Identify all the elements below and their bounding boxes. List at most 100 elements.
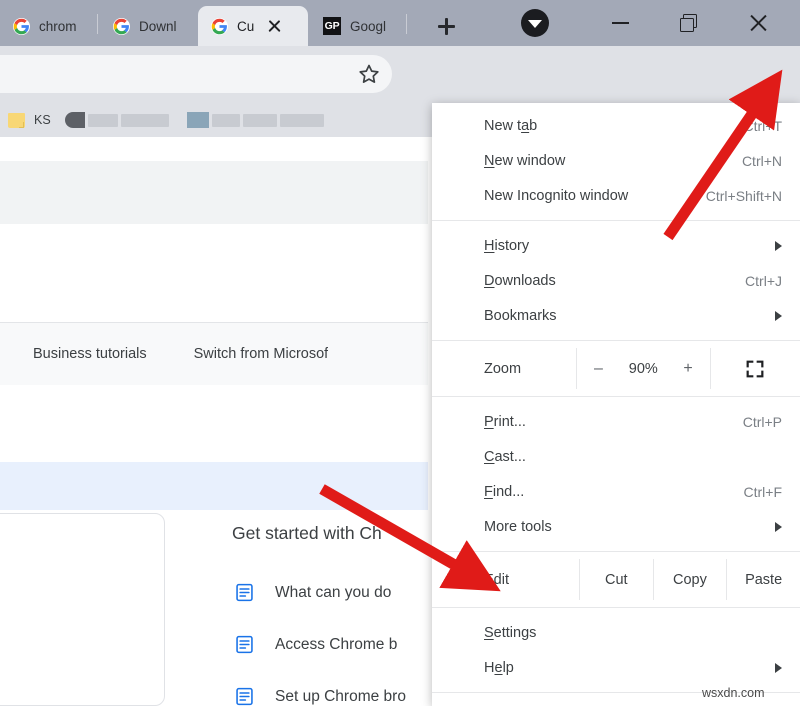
menu-item-label: History	[484, 238, 765, 254]
menu-item-label: New Incognito window	[484, 188, 706, 204]
document-icon	[234, 634, 255, 655]
watermark: wsxdn.com	[702, 686, 765, 700]
list-item[interactable]: Access Chrome b	[234, 634, 397, 655]
menu-item-new-window[interactable]: New window Ctrl+N	[432, 143, 800, 178]
chrome-main-menu: New tab Ctrl+T New window Ctrl+N New Inc…	[432, 103, 800, 706]
redacted-block	[88, 114, 118, 127]
menu-item-label: New tab	[484, 118, 744, 134]
redacted-block	[243, 114, 277, 127]
close-icon[interactable]	[265, 17, 283, 35]
redacted-block	[212, 114, 240, 127]
close-window-button[interactable]	[727, 0, 789, 46]
chevron-right-icon	[775, 522, 782, 532]
redacted-block	[187, 112, 209, 128]
folder-icon[interactable]	[8, 113, 25, 128]
google-icon	[13, 18, 30, 35]
copy-button[interactable]: Copy	[654, 572, 727, 588]
page-section-band	[0, 161, 428, 224]
menu-item-shortcut: Ctrl+P	[743, 414, 782, 430]
cut-button[interactable]: Cut	[580, 572, 653, 588]
redacted-bookmarks	[65, 112, 324, 128]
star-outline-icon[interactable]	[357, 62, 381, 86]
menu-separator	[432, 551, 800, 552]
tab-downl[interactable]: Downl	[100, 6, 197, 46]
minimize-button[interactable]	[589, 0, 651, 46]
list-item-label: Access Chrome b	[275, 636, 397, 654]
tab-divider	[406, 14, 407, 34]
page-nav: Business tutorials Switch from Microsof	[0, 322, 428, 385]
browser-toolbar: 21 K 7	[0, 46, 800, 103]
nav-item-business-tutorials[interactable]: Business tutorials	[33, 346, 147, 362]
gp-icon: GP	[323, 17, 341, 35]
page-card	[0, 513, 165, 706]
menu-item-find[interactable]: Find... Ctrl+F	[432, 474, 800, 509]
menu-item-history[interactable]: History	[432, 228, 800, 263]
menu-item-shortcut: Ctrl+J	[745, 273, 782, 289]
redacted-block	[65, 112, 85, 128]
menu-item-label: Bookmarks	[484, 308, 765, 324]
menu-row-zoom: Zoom – 90% +	[432, 348, 800, 389]
tab-googl[interactable]: GP Googl	[310, 6, 405, 46]
tab-label: Downl	[139, 19, 177, 34]
chevron-down-circle-icon[interactable]	[521, 9, 549, 37]
nav-item-switch-from-microsoft[interactable]: Switch from Microsof	[194, 346, 329, 362]
menu-item-cast[interactable]: Cast...	[432, 439, 800, 474]
menu-item-shortcut: Ctrl+F	[744, 484, 783, 500]
fullscreen-button[interactable]	[710, 358, 800, 380]
menu-item-shortcut: Ctrl+N	[742, 153, 782, 169]
menu-item-exit[interactable]	[432, 700, 800, 706]
menu-item-settings[interactable]: Settings	[432, 615, 800, 650]
google-icon	[211, 18, 228, 35]
new-tab-button[interactable]	[431, 11, 461, 41]
menu-item-new-incognito-window[interactable]: New Incognito window Ctrl+Shift+N	[432, 178, 800, 213]
redacted-block	[121, 114, 169, 127]
document-icon	[234, 686, 255, 706]
tab-cu-active[interactable]: Cu	[198, 6, 308, 46]
minimize-icon	[612, 22, 629, 24]
close-icon	[748, 13, 768, 33]
menu-item-label: Settings	[484, 625, 782, 641]
tab-label: Cu	[237, 19, 254, 34]
list-item[interactable]: What can you do	[234, 582, 391, 603]
menu-item-label: Find...	[484, 484, 744, 500]
menu-item-label: New window	[484, 153, 742, 169]
menu-separator	[432, 607, 800, 608]
menu-item-help[interactable]: Help	[432, 650, 800, 685]
menu-row-edit: Edit Cut Copy Paste	[432, 559, 800, 600]
chevron-right-icon	[775, 241, 782, 251]
list-item[interactable]: Set up Chrome bro	[234, 686, 406, 706]
menu-item-print[interactable]: Print... Ctrl+P	[432, 404, 800, 439]
menu-item-bookmarks[interactable]: Bookmarks	[432, 298, 800, 333]
zoom-in-button[interactable]: +	[667, 360, 710, 378]
menu-item-downloads[interactable]: Downloads Ctrl+J	[432, 263, 800, 298]
tab-strip: chrom Downl Cu GP Googl	[0, 0, 800, 46]
menu-separator	[432, 340, 800, 341]
menu-item-label: Downloads	[484, 273, 745, 289]
menu-item-shortcut: Ctrl+Shift+N	[706, 188, 782, 204]
tab-chrom[interactable]: chrom	[0, 6, 96, 46]
edit-label: Edit	[484, 572, 579, 588]
menu-item-shortcut: Ctrl+T	[744, 118, 783, 134]
tab-label: Googl	[350, 19, 386, 34]
menu-item-more-tools[interactable]: More tools	[432, 509, 800, 544]
chevron-right-icon	[775, 311, 782, 321]
zoom-out-button[interactable]: –	[577, 360, 620, 378]
zoom-level-value: 90%	[620, 361, 667, 377]
chevron-right-icon	[775, 663, 782, 673]
tab-label: chrom	[39, 19, 77, 34]
paste-button[interactable]: Paste	[727, 572, 800, 588]
document-icon	[234, 582, 255, 603]
menu-item-label: Print...	[484, 414, 743, 430]
menu-item-label: More tools	[484, 519, 765, 535]
menu-item-label: Help	[484, 660, 765, 676]
menu-item-new-tab[interactable]: New tab Ctrl+T	[432, 108, 800, 143]
address-bar[interactable]	[0, 55, 392, 93]
bookmark-item-ks[interactable]: KS	[34, 113, 51, 127]
zoom-label: Zoom	[484, 361, 576, 377]
menu-item-label: Cast...	[484, 449, 782, 465]
tab-divider	[97, 14, 98, 34]
redacted-block	[280, 114, 324, 127]
list-item-label: What can you do	[275, 584, 391, 602]
restore-button[interactable]	[658, 0, 720, 46]
page-title: Get started with Ch	[232, 523, 382, 544]
